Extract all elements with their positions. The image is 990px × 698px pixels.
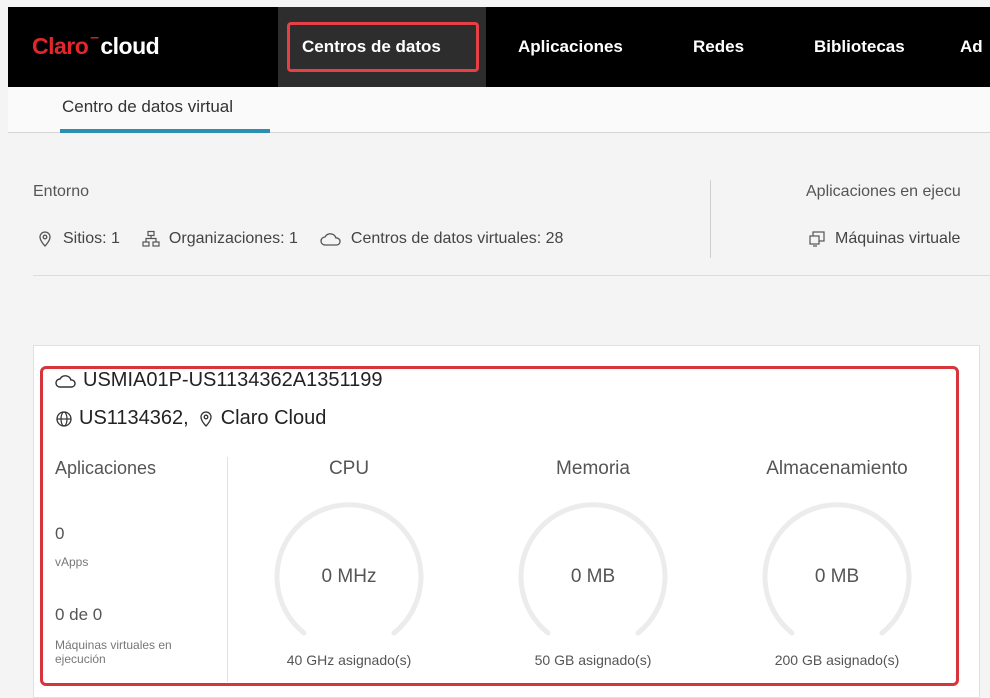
applications-divider [227,457,228,682]
cpu-gauge: CPU 0 MHz 40 GHz asignado(s) [249,458,449,668]
vdcs-label: Centros de datos virtuales: 28 [350,230,564,247]
storage-title: Almacenamiento [766,458,908,479]
nav-bibliotecas[interactable]: Bibliotecas [814,7,905,87]
active-tab-indicator [60,129,270,133]
memory-title: Memoria [556,458,630,479]
storage-used-value: 0 MB [814,566,860,587]
running-vms-count: 0 de 0 [55,605,103,624]
location-pin-icon [39,231,51,247]
cloud-icon [320,233,341,246]
sub-navbar: Centro de datos virtual [8,87,990,133]
environment-section: Entorno [33,183,89,201]
vdcs-stat[interactable]: Centros de datos virtuales: 28 [320,230,564,248]
vdc-org-site-row: US1134362, Claro Cloud [55,407,326,430]
running-apps-title: Aplicaciones en ejecu [806,183,961,200]
section-divider [710,180,711,258]
tab-centro-de-datos-virtual[interactable]: Centro de datos virtual [62,97,233,117]
virtual-machine-icon [809,231,825,247]
cpu-used-value: 0 MHz [321,566,377,587]
nav-redes[interactable]: Redes [693,7,744,87]
sites-stat[interactable]: Sitios: 1 [36,230,120,248]
claro-cloud-logo[interactable]: Claro ⁻ cloud [32,31,160,60]
logo-product: cloud [100,33,160,59]
nav-aplicaciones[interactable]: Aplicaciones [518,7,623,87]
vdc-org: US1134362, [79,407,189,429]
memory-gauge: Memoria 0 MB 50 GB asignado(s) [493,458,693,668]
running-vms-label: Máquinas virtuales en ejecución [55,638,172,666]
applications-column: Aplicaciones 0 vApps 0 de 0 Máquinas vir… [55,458,225,666]
applications-title: Aplicaciones [55,458,157,478]
vms-stat[interactable]: Máquinas virtuale [808,230,960,248]
memory-used-value: 0 MB [570,566,616,587]
environment-stats: Sitios: 1 Organizaciones: 1 Centros de d… [36,230,585,248]
sites-label: Sitios: 1 [63,230,120,247]
nav-centros-de-datos[interactable]: Centros de datos [302,7,441,87]
memory-allocated: 50 GB asignado(s) [534,652,652,668]
cpu-title: CPU [328,458,370,479]
vdc-name-row: USMIA01P-US1134362A1351199 [55,369,382,392]
logo-dash: ⁻ [89,31,100,53]
vapps-label: vApps [55,555,89,569]
vms-label: Máquinas virtuale [835,230,961,247]
location-pin-icon [200,410,212,427]
organizations-stat[interactable]: Organizaciones: 1 [142,230,298,248]
vapps-count: 0 [55,524,65,543]
globe-icon [56,410,72,427]
nav-administracion[interactable]: Ad [960,7,983,87]
running-apps-stats: Máquinas virtuale [808,230,982,248]
cloud-icon [55,374,76,388]
environment-title: Entorno [33,183,90,200]
logo-brand: Claro [32,33,89,59]
organizations-label: Organizaciones: 1 [168,230,298,247]
storage-allocated: 200 GB asignado(s) [774,652,900,668]
cpu-allocated: 40 GHz asignado(s) [286,652,412,668]
storage-gauge: Almacenamiento 0 MB 200 GB asignado(s) [737,458,937,668]
org-tree-icon [142,230,160,247]
vdc-name[interactable]: USMIA01P-US1134362A1351199 [83,369,382,392]
top-navbar: Claro ⁻ cloud Centros de datos Aplicacio… [8,7,990,87]
vdc-site: Claro Cloud [220,407,327,429]
horizontal-divider [33,275,990,276]
